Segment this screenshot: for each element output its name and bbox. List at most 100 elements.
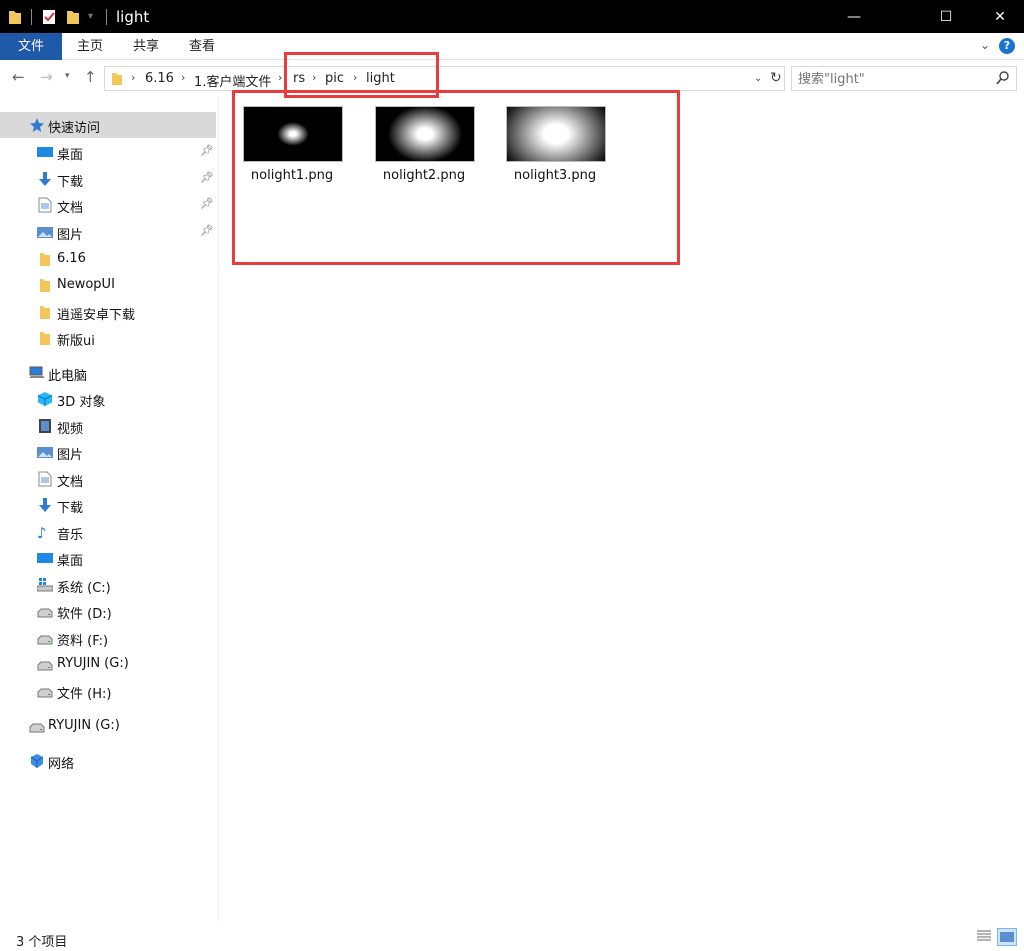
folder-icon [37, 251, 53, 267]
drive-icon [37, 656, 53, 672]
nav-item-3d-objects[interactable]: 3D 对象 [0, 386, 216, 412]
address-dropdown-icon[interactable]: ⌄ [754, 73, 762, 84]
toolbar-divider [106, 9, 107, 25]
folder-icon [37, 277, 53, 293]
status-bar: 3 个项目 [0, 922, 1024, 951]
new-folder-icon[interactable] [66, 9, 80, 25]
up-icon[interactable]: ↑ [84, 68, 97, 86]
ribbon: 文件 主页 共享 查看 ⌄ ? [0, 33, 1024, 60]
nav-item-folder[interactable]: 新版ui [0, 325, 216, 351]
videos-icon [37, 418, 53, 434]
pin-icon[interactable]: 📌︎ [200, 144, 214, 157]
tab-file[interactable]: 文件 [0, 33, 62, 60]
music-icon: ♪ [37, 524, 47, 542]
nav-label: 下载 [57, 175, 84, 190]
nav-item-downloads[interactable]: 下载 📌︎ [0, 166, 216, 192]
nav-item-folder[interactable]: 6.16 [0, 246, 216, 272]
drive-icon [37, 630, 53, 646]
nav-removable-drive[interactable]: RYUJIN (G:) [0, 713, 216, 739]
search-box[interactable] [791, 66, 1017, 91]
pictures-icon [37, 444, 53, 460]
minimize-button[interactable]: — [831, 0, 877, 33]
folder-icon [8, 9, 22, 25]
system-drive-icon [36, 577, 54, 593]
nav-item-documents[interactable]: 文档 [0, 466, 216, 492]
refresh-icon[interactable]: ↻ [770, 70, 782, 86]
nav-this-pc[interactable]: 此电脑 [0, 360, 216, 386]
nav-label: 软件 (D:) [57, 607, 112, 622]
forward-icon[interactable]: → [40, 68, 53, 86]
nav-label: 系统 (C:) [57, 581, 111, 596]
breadcrumb-separator-icon[interactable]: › [181, 71, 185, 84]
tab-home[interactable]: 主页 [64, 33, 116, 60]
nav-label: 文件 (H:) [57, 687, 112, 702]
nav-item-folder[interactable]: NewopUI [0, 272, 216, 298]
recent-locations-icon[interactable]: ▾ [65, 71, 70, 81]
close-button[interactable]: ✕ [977, 0, 1023, 33]
nav-label: 桌面 [57, 148, 84, 163]
drive-icon [37, 603, 53, 619]
breadcrumb-item[interactable]: 6.16 [145, 71, 174, 86]
maximize-icon: ☐ [939, 8, 953, 25]
pin-icon[interactable]: 📌︎ [200, 171, 214, 184]
details-view-icon[interactable] [975, 928, 995, 946]
nav-label: 网络 [48, 757, 75, 772]
nav-item-music[interactable]: ♪ 音乐 [0, 519, 216, 545]
pane-divider[interactable] [218, 96, 219, 922]
nav-item-drive-h[interactable]: 文件 (H:) [0, 678, 216, 704]
download-icon [37, 171, 53, 187]
back-icon[interactable]: ← [12, 68, 25, 86]
nav-label: 6.16 [57, 251, 86, 266]
customize-dropdown-icon[interactable]: ▾ [88, 11, 93, 27]
nav-network[interactable]: 网络 [0, 748, 216, 774]
nav-item-drive-c[interactable]: 系统 (C:) [0, 572, 216, 598]
pin-icon[interactable]: 📌︎ [200, 224, 214, 237]
nav-item-drive-g[interactable]: RYUJIN (G:) [0, 651, 216, 677]
search-input[interactable] [798, 70, 988, 88]
nav-item-drive-d[interactable]: 软件 (D:) [0, 598, 216, 624]
nav-item-desktop[interactable]: 桌面 [0, 545, 216, 571]
nav-label: 资料 (F:) [57, 634, 109, 649]
close-icon: ✕ [994, 8, 1006, 25]
search-icon[interactable] [996, 71, 1009, 89]
tab-view[interactable]: 查看 [176, 33, 228, 60]
properties-icon[interactable] [41, 9, 57, 25]
folder-icon [37, 304, 53, 320]
download-icon [37, 497, 53, 513]
address-bar[interactable]: › 6.16 › 1.客户端文件 › rs › pic › light ⌄ ↻ [104, 66, 785, 91]
nav-label: 逍遥安卓下载 [57, 308, 136, 323]
tab-share[interactable]: 共享 [120, 33, 172, 60]
highlight-box-files [232, 90, 680, 265]
nav-item-documents[interactable]: 文档 📌︎ [0, 192, 216, 218]
window-title: light [116, 8, 150, 26]
nav-item-pictures[interactable]: 图片 📌︎ [0, 219, 216, 245]
nav-label: 新版ui [57, 334, 95, 349]
help-icon[interactable]: ? [999, 38, 1015, 54]
nav-quick-access[interactable]: 快速访问 [0, 112, 216, 138]
nav-label: RYUJIN (G:) [48, 718, 120, 733]
document-icon [37, 197, 53, 213]
nav-item-videos[interactable]: 视频 [0, 413, 216, 439]
nav-item-desktop[interactable]: 桌面 📌︎ [0, 139, 216, 165]
star-icon [29, 117, 45, 133]
nav-item-drive-f[interactable]: 资料 (F:) [0, 625, 216, 651]
pin-icon[interactable]: 📌︎ [200, 197, 214, 210]
nav-label: 文档 [57, 201, 84, 216]
nav-label: 下载 [57, 501, 84, 516]
3d-objects-icon [37, 391, 53, 407]
folder-icon [111, 71, 123, 90]
breadcrumb-separator-icon[interactable]: › [131, 71, 135, 84]
nav-item-pictures[interactable]: 图片 [0, 439, 216, 465]
nav-label: 桌面 [57, 554, 84, 569]
drive-icon [29, 718, 45, 734]
breadcrumb-separator-icon[interactable]: › [278, 71, 282, 84]
nav-item-folder[interactable]: 逍遥安卓下载 [0, 299, 216, 325]
nav-label: 此电脑 [48, 369, 88, 384]
maximize-button[interactable]: ☐ [923, 0, 969, 33]
expand-ribbon-icon[interactable]: ⌄ [980, 38, 990, 52]
nav-label: 图片 [57, 448, 84, 463]
drive-icon [37, 683, 53, 699]
nav-item-downloads[interactable]: 下载 [0, 492, 216, 518]
breadcrumb-item[interactable]: 1.客户端文件 [194, 71, 271, 90]
large-icons-view-icon[interactable] [997, 928, 1017, 946]
